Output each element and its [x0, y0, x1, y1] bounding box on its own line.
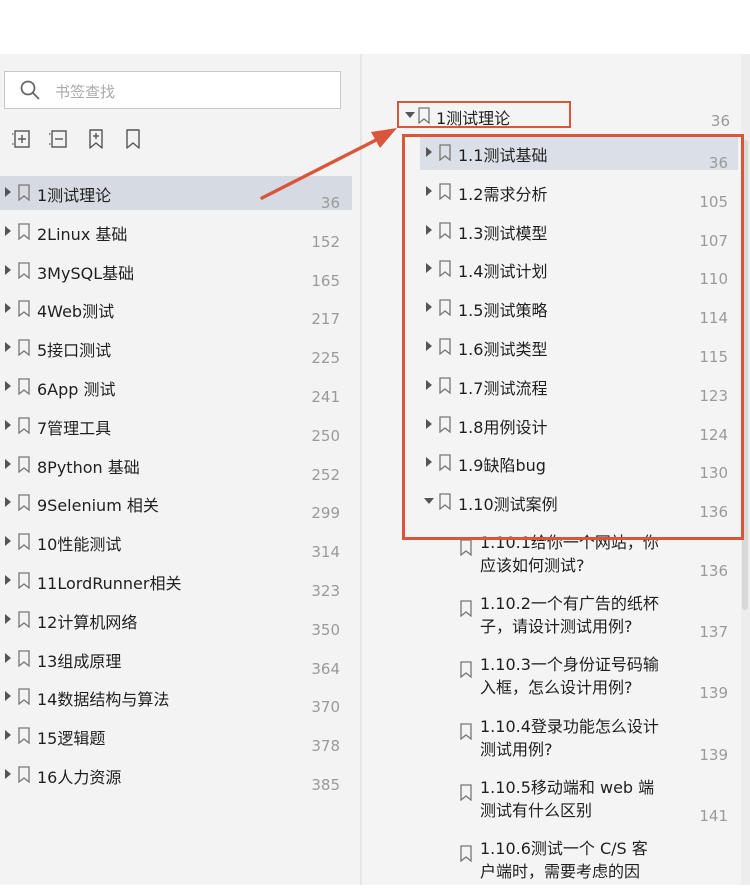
arrow-annotation [260, 128, 397, 200]
